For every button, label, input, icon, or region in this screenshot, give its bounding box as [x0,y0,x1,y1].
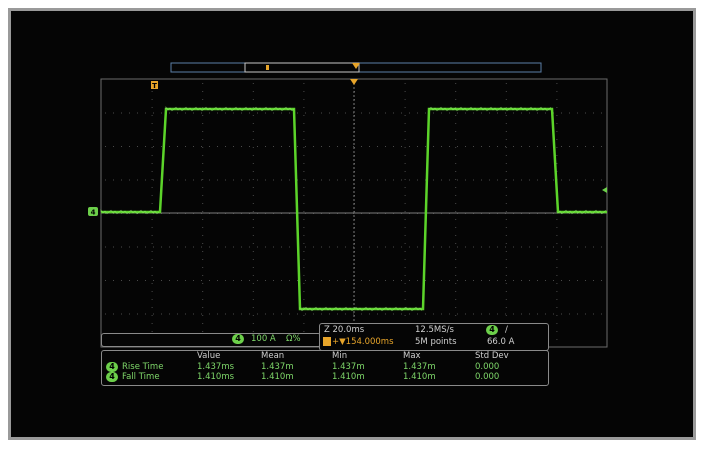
fall-time-mean: 1.410m [261,372,294,382]
trigger-time-arrow [350,79,358,85]
rise-time-min: 1.437m [332,362,365,372]
trigger-level-marker[interactable] [602,187,607,193]
sample-rate: 12.5MS/s [415,325,454,335]
trigger-delay-icon [323,337,331,346]
column-header-min: Min [332,351,348,361]
column-header-max: Max [403,351,421,361]
trigger-channel-badge: 4 [486,325,498,335]
trigger-position-label: T [152,82,157,90]
trigger-delay: +▼154.000ms [332,337,394,347]
trigger-slope-icon: / [505,325,508,335]
channel-4-scale: 100 A [251,334,276,344]
fall-time-min: 1.410m [332,372,365,382]
record-trigger-marker [266,65,269,70]
channel-4-badge: 4 [232,334,244,344]
rise-time-std-dev: 0.000 [475,362,500,372]
fall-time-value: 1.410ms [197,372,235,382]
rise-time-max: 1.437m [403,362,436,372]
rise-time-mean: 1.437m [261,362,294,372]
column-header-value: Value [197,351,221,361]
fall-time-label[interactable]: Fall Time [122,372,160,382]
rise-time-channel-badge: 4 [106,362,118,372]
column-header-std-dev: Std Dev [475,351,509,361]
rise-time-label[interactable]: Rise Time [122,362,163,372]
channel-4-coupling: Ω% [286,334,301,344]
rise-time-value: 1.437ms [197,362,235,372]
trigger-level: 66.0 A [487,337,515,347]
record-length: 5M points [415,337,457,347]
oscilloscope-screen: T 4 4 100 A Ω% Z 20.0ms 12.5MS/s 4 / +▼1… [11,11,693,437]
record-view-window[interactable] [244,62,360,73]
channel-4-marker-label: 4 [91,209,96,217]
fall-time-channel-badge: 4 [106,372,118,382]
column-header-mean: Mean [261,351,285,361]
screenshot-frame: T 4 4 100 A Ω% Z 20.0ms 12.5MS/s 4 / +▼1… [8,8,696,440]
horizontal-scale: Z 20.0ms [324,325,365,335]
fall-time-max: 1.410m [403,372,436,382]
fall-time-std-dev: 0.000 [475,372,500,382]
